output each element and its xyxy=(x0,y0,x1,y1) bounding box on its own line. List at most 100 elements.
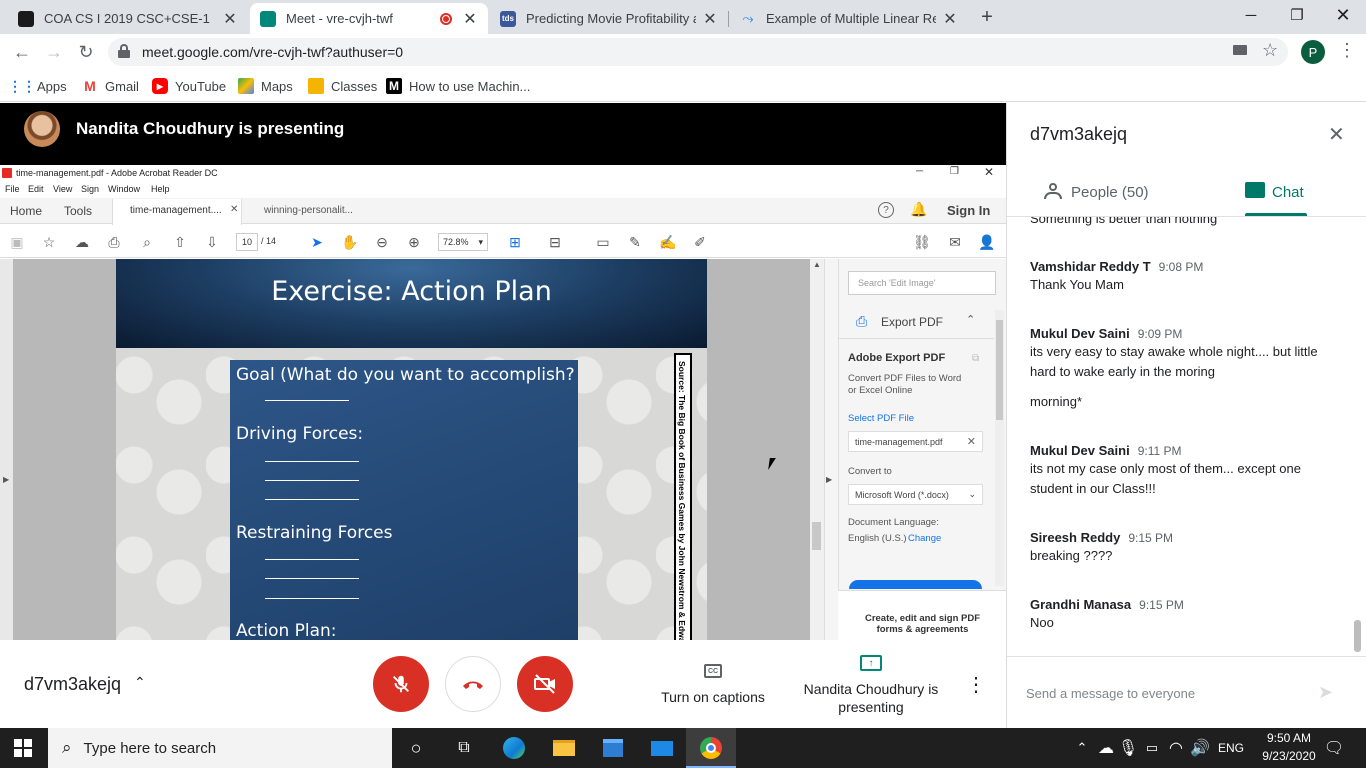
browser-tab[interactable]: ⤳ Example of Multiple Linear Regre ✕ xyxy=(730,3,968,34)
document-scroll-thumb[interactable] xyxy=(812,522,821,550)
chat-scrollbar-thumb[interactable] xyxy=(1354,620,1361,652)
select-pdf-file-link[interactable]: Select PDF File xyxy=(848,413,914,424)
microphone-toggle-button[interactable] xyxy=(373,656,429,712)
fit-page-icon[interactable]: ⊞ xyxy=(506,233,524,251)
leave-call-button[interactable] xyxy=(445,656,501,712)
cortana-icon[interactable]: ○ xyxy=(402,736,430,760)
chat-message-input[interactable]: Send a message to everyone xyxy=(1026,686,1195,701)
document-scrollbar[interactable] xyxy=(810,259,824,640)
convert-button[interactable] xyxy=(849,580,982,589)
bookmark-how-to-use-machine[interactable]: M How to use Machin... xyxy=(386,76,530,96)
page-number-input[interactable]: 10 xyxy=(236,233,258,251)
presenting-status-button[interactable]: Nandita Choudhury is presenting xyxy=(800,680,942,716)
notification-bell-icon[interactable]: 🔔 xyxy=(910,201,927,218)
menu-window[interactable]: Window xyxy=(108,184,140,194)
zoom-dropdown[interactable]: 72.8% ▾ xyxy=(438,233,488,251)
chat-tab[interactable]: Chat xyxy=(1272,184,1304,201)
acrobat-tab-close-icon[interactable]: ✕ xyxy=(230,204,238,215)
help-icon[interactable]: ? xyxy=(878,202,894,218)
print-icon[interactable]: ⎙ xyxy=(105,233,123,251)
copy-icon[interactable]: ⧉ xyxy=(972,353,979,364)
mail-icon[interactable] xyxy=(648,736,676,760)
browser-tab[interactable]: tds Predicting Movie Profitability and ✕ xyxy=(490,3,728,34)
meeting-code[interactable]: d7vm3akejq xyxy=(24,674,121,695)
menu-view[interactable]: View xyxy=(53,184,72,194)
highlight-pen-icon[interactable]: ✎ xyxy=(626,233,644,251)
present-screen-icon[interactable]: ↑ xyxy=(860,655,882,671)
system-clock-date[interactable]: 9/23/2020 xyxy=(1254,749,1324,763)
url-text[interactable]: meet.google.com/vre-cvjh-twf?authuser=0 xyxy=(142,44,403,60)
browser-tab-active[interactable]: Meet - vre-cvjh-twf ✕ xyxy=(250,3,488,34)
edit-image-search-input[interactable]: Search 'Edit Image' xyxy=(848,271,996,295)
acrobat-restore-button[interactable]: ❐ xyxy=(950,166,959,177)
menu-file[interactable]: File xyxy=(5,184,20,194)
close-tab-icon[interactable]: ✕ xyxy=(942,9,958,29)
fill-sign-icon[interactable]: ✐ xyxy=(691,233,709,251)
meeting-details-chevron-icon[interactable]: ⌃ xyxy=(134,674,146,691)
bookmark-youtube[interactable]: ▶ YouTube xyxy=(152,76,226,96)
new-tab-button[interactable]: + xyxy=(976,6,998,28)
bookmark-gmail[interactable]: M Gmail xyxy=(82,76,139,96)
change-language-link[interactable]: Change xyxy=(908,533,941,544)
remove-file-icon[interactable]: ✕ xyxy=(967,435,976,448)
reload-icon[interactable]: ↻ xyxy=(74,41,98,63)
close-window-button[interactable]: ✕ xyxy=(1320,0,1366,30)
people-tab[interactable]: People (50) xyxy=(1071,184,1149,201)
page-down-icon[interactable]: ⇩ xyxy=(203,233,221,251)
export-pdf-header[interactable]: Export PDF xyxy=(881,315,943,329)
upload-cloud-icon[interactable]: ☁ xyxy=(73,233,91,251)
left-nav-pane[interactable] xyxy=(0,259,13,640)
collapse-chevron-icon[interactable]: ⌃ xyxy=(966,313,975,326)
close-panel-icon[interactable]: ✕ xyxy=(1328,122,1345,147)
menu-edit[interactable]: Edit xyxy=(28,184,44,194)
browser-tab[interactable]: COA CS I 2019 CSC+CSE-1 ✕ xyxy=(8,3,248,34)
acrobat-close-button[interactable]: ✕ xyxy=(984,165,994,179)
back-icon[interactable]: ← xyxy=(10,41,34,63)
close-tab-icon[interactable]: ✕ xyxy=(702,9,718,29)
zoom-search-icon[interactable]: ⌕ xyxy=(138,233,156,251)
add-user-icon[interactable]: 👤 xyxy=(978,233,996,251)
hand-tool-icon[interactable]: ✋ xyxy=(341,233,359,251)
save-icon[interactable]: ▣ xyxy=(8,233,26,251)
acrobat-minimize-button[interactable]: ─ xyxy=(916,166,923,177)
windows-start-icon[interactable] xyxy=(14,739,32,757)
bookmark-maps[interactable]: Maps xyxy=(238,76,293,96)
restore-button[interactable]: ❐ xyxy=(1274,0,1320,30)
task-view-icon[interactable]: ⧉ xyxy=(450,736,478,760)
menu-help[interactable]: Help xyxy=(151,184,170,194)
expand-left-pane-icon[interactable]: ▶ xyxy=(3,475,9,484)
camera-in-use-icon[interactable] xyxy=(1233,45,1247,55)
zoom-in-icon[interactable]: ⊕ xyxy=(405,233,423,251)
input-language[interactable]: ENG xyxy=(1218,741,1244,755)
more-options-icon[interactable]: ⋮ xyxy=(966,672,986,697)
captions-button[interactable]: Turn on captions xyxy=(650,689,776,705)
bookmark-star-icon[interactable]: ☆ xyxy=(40,233,58,251)
send-icon[interactable]: ➤ xyxy=(1318,682,1333,703)
comment-icon[interactable]: ▭ xyxy=(594,233,612,251)
draw-signature-icon[interactable]: ✍ xyxy=(659,233,677,251)
acrobat-tab-home[interactable]: Home xyxy=(10,204,42,218)
selected-file-chip[interactable]: time-management.pdf ✕ xyxy=(848,431,983,452)
acrobat-tab-time-management[interactable]: time-management.... xyxy=(130,205,222,216)
close-tab-icon[interactable]: ✕ xyxy=(462,9,478,29)
chrome-menu-icon[interactable]: ⋮ xyxy=(1338,40,1356,61)
scroll-mode-icon[interactable]: ⊟ xyxy=(546,233,564,251)
action-center-icon[interactable]: 🗨 xyxy=(1320,736,1348,760)
edge-icon[interactable] xyxy=(500,736,528,760)
chrome-icon[interactable] xyxy=(697,736,725,760)
acrobat-tab-winning-personality[interactable]: winning-personalit... xyxy=(264,205,353,216)
select-cursor-icon[interactable]: ➤ xyxy=(308,233,326,251)
bookmark-star-icon[interactable]: ☆ xyxy=(1262,40,1278,61)
zoom-out-icon[interactable]: ⊖ xyxy=(373,233,391,251)
sign-in-link[interactable]: Sign In xyxy=(947,203,990,218)
right-pane-toggle[interactable] xyxy=(824,259,838,640)
share-link-icon[interactable]: ⛓ xyxy=(913,233,931,251)
format-dropdown[interactable]: Microsoft Word (*.docx) ⌄ xyxy=(848,484,983,505)
page-up-icon[interactable]: ⇧ xyxy=(171,233,189,251)
chat-message-list[interactable]: Something is better than nothing Vamshid… xyxy=(1007,217,1366,647)
bookmark-apps[interactable]: ⋮⋮ Apps xyxy=(8,76,67,96)
bookmark-classes[interactable]: Classes xyxy=(308,76,377,96)
microsoft-store-icon[interactable] xyxy=(599,736,627,760)
forward-icon[interactable]: → xyxy=(42,41,66,63)
profile-avatar[interactable]: P xyxy=(1301,40,1325,64)
